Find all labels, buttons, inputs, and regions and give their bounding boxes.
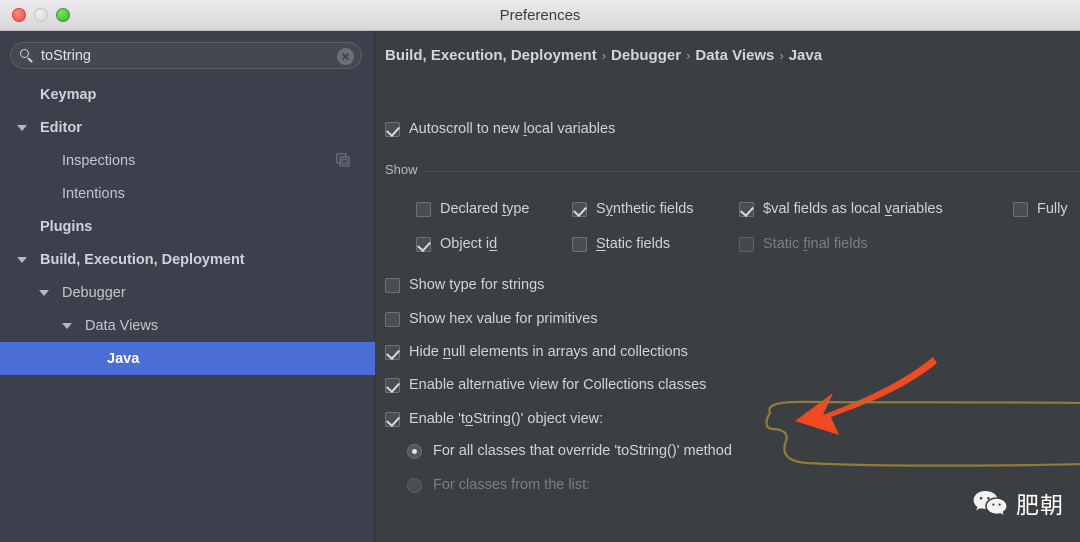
sidebar-item-label: Debugger [62, 284, 126, 301]
checkbox-label: $val fields as local variables [763, 201, 943, 217]
checkbox-box [385, 277, 400, 293]
checkbox-label: Enable alternative view for Collections … [409, 377, 707, 393]
checkbox-label: Static fields [596, 236, 671, 252]
chevron-down-icon[interactable] [17, 256, 27, 263]
breadcrumb-part[interactable]: Build, Execution, Deployment [385, 47, 597, 64]
checkbox-label: Show hex value for primitives [409, 311, 598, 327]
highlight-outline [765, 400, 1080, 467]
checkbox-hide-null-elements-in-arrays-and-collections[interactable]: Hide null elements in arrays and collect… [385, 344, 688, 360]
checkbox-show-hex-value-for-primitives[interactable]: Show hex value for primitives [385, 311, 598, 327]
search-input[interactable]: toString [10, 42, 362, 69]
breadcrumb-part[interactable]: Debugger [611, 47, 681, 64]
checkbox-box [385, 411, 400, 427]
watermark-text: 肥朝 [1016, 492, 1064, 518]
checkbox-box [572, 236, 587, 252]
breadcrumb: Build, Execution, Deployment › Debugger › Da… [385, 47, 822, 64]
preferences-window: Preferences toString Keymap Editor Inspect… [0, 0, 1080, 542]
checkbox-enable-tostring-object-view[interactable]: Enable 'toString()' object view: [385, 411, 603, 427]
sidebar-item-intentions[interactable]: Intentions [0, 177, 375, 210]
breadcrumb-separator: › [601, 48, 607, 63]
chevron-down-icon[interactable] [62, 322, 72, 329]
sidebar-item-label: Data Views [85, 317, 159, 334]
sidebar-item-label: Editor [40, 119, 82, 136]
chevron-down-icon[interactable] [39, 289, 49, 296]
settings-content-pane: Build, Execution, Deployment › Debugger › Da… [376, 31, 1080, 542]
checkbox-box [416, 236, 431, 252]
show-group-label: Show [385, 162, 418, 177]
checkbox-box [1013, 201, 1028, 217]
checkbox-label: Hide null elements in arrays and collect… [409, 344, 688, 360]
checkbox-label: Declared type [440, 201, 530, 217]
sidebar-item-label: Java [107, 350, 140, 367]
checkbox-object-id[interactable]: Object id [416, 236, 497, 252]
wechat-watermark: 肥朝 [973, 486, 1064, 520]
checkbox-autoscroll-to-new-local-variables[interactable]: Autoscroll to new local variables [385, 121, 615, 137]
checkbox-box [385, 121, 400, 137]
wechat-icon [973, 491, 1007, 515]
checkbox-label: Synthetic fields [596, 201, 694, 217]
checkbox-fully[interactable]: Fully [1013, 201, 1068, 217]
checkbox-label: Autoscroll to new local variables [409, 121, 616, 137]
search-icon [20, 49, 33, 63]
radio-for-classes-from-list[interactable]: For classes from the list: [407, 477, 590, 493]
checkbox-declared-type[interactable]: Declared type [416, 201, 529, 217]
sidebar-item-data-views[interactable]: Data Views [0, 309, 375, 342]
sidebar-item-java[interactable]: Java [0, 342, 375, 375]
settings-tree: Keymap Editor Inspections Intentions Plugins… [0, 78, 375, 375]
checkbox-label: Object id [440, 236, 498, 252]
checkbox-static-fields[interactable]: Static fields [572, 236, 670, 252]
checkbox-label: Show type for strings [409, 277, 545, 293]
checkbox-synthetic-fields[interactable]: Synthetic fields [572, 201, 694, 217]
checkbox-label: Fully [1037, 201, 1068, 217]
checkbox-static-final-fields[interactable]: Static final fields [739, 236, 868, 252]
checkbox-box [385, 311, 400, 327]
sidebar-item-label: Keymap [40, 86, 97, 103]
checkbox-box [572, 201, 587, 217]
breadcrumb-part[interactable]: Data Views [695, 47, 774, 64]
sidebar-item-label: Intentions [62, 185, 125, 202]
radio-button [407, 477, 422, 493]
clear-search-icon[interactable] [337, 48, 354, 65]
checkbox-box [385, 344, 400, 360]
sidebar-item-build-execution-deployment[interactable]: Build, Execution, Deployment [0, 243, 375, 276]
checkbox-box [385, 377, 400, 393]
sidebar-item-label: Plugins [40, 218, 93, 235]
sidebar-item-label: Build, Execution, Deployment [40, 251, 245, 268]
radio-button [407, 443, 422, 459]
show-group-separator [426, 171, 1080, 172]
search-field-wrapper: toString [10, 42, 362, 69]
sidebar-item-label: Inspections [62, 152, 136, 169]
checkbox-box [416, 201, 431, 217]
breadcrumb-separator: › [779, 48, 784, 63]
sidebar-item-plugins[interactable]: Plugins [0, 210, 375, 243]
checkbox-box [739, 236, 754, 252]
radio-for-all-classes-override-tostring[interactable]: For all classes that override 'toString(… [407, 443, 732, 459]
settings-sidebar: toString Keymap Editor Inspections Intentio… [0, 31, 375, 542]
search-value: toString [41, 48, 91, 64]
sidebar-item-editor[interactable]: Editor [0, 111, 375, 144]
breadcrumb-part[interactable]: Java [789, 47, 822, 64]
checkbox-label: Enable 'toString()' object view: [409, 411, 604, 427]
checkbox-box [739, 201, 754, 217]
checkbox-val-fields-as-local-variables[interactable]: $val fields as local variables [739, 201, 943, 217]
sidebar-item-debugger[interactable]: Debugger [0, 276, 375, 309]
sidebar-item-inspections[interactable]: Inspections [0, 144, 375, 177]
window-titlebar: Preferences [0, 0, 1080, 31]
copy-icon[interactable] [336, 153, 350, 167]
checkbox-label: Static final fields [763, 236, 868, 252]
checkbox-enable-alternative-view-for-collections-classes[interactable]: Enable alternative view for Collections … [385, 377, 706, 393]
chevron-down-icon[interactable] [17, 124, 27, 131]
breadcrumb-separator: › [686, 48, 691, 63]
checkbox-show-type-for-strings[interactable]: Show type for strings [385, 277, 544, 293]
window-title: Preferences [499, 7, 581, 24]
radio-label: For classes from the list: [433, 477, 591, 493]
sidebar-item-keymap[interactable]: Keymap [0, 78, 375, 111]
radio-label: For all classes that override 'toString(… [433, 443, 732, 459]
